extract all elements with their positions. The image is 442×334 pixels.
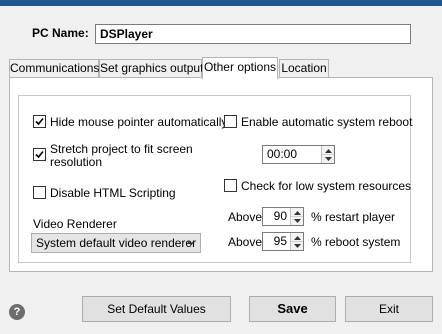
video-renderer-value: System default video renderer (36, 236, 197, 250)
restart-threshold-spinner[interactable]: 90 (262, 207, 304, 226)
spin-up-button[interactable] (291, 233, 303, 242)
spin-up-button[interactable] (322, 146, 334, 155)
auto-reboot-checkbox[interactable] (224, 115, 237, 128)
set-default-values-button[interactable]: Set Default Values (82, 296, 231, 322)
tab-communications[interactable]: Communications (9, 59, 99, 77)
chevron-down-icon (187, 240, 195, 246)
restart-prefix-label: Above (228, 210, 263, 224)
video-renderer-label: Video Renderer (33, 217, 117, 231)
tab-set-graphics-output[interactable]: Set graphics output (99, 59, 203, 77)
stretch-label-line2: resolution (50, 155, 103, 169)
reboot-threshold-value: 95 (273, 234, 287, 248)
arrow-down-icon (294, 243, 301, 248)
arrow-up-icon (294, 236, 301, 240)
tab-location[interactable]: Location (279, 59, 329, 77)
tab-other-options[interactable]: Other options (202, 57, 278, 79)
stretch-label-line1: Stretch project to fit screen (50, 142, 193, 156)
restart-suffix-label: % restart player (311, 210, 396, 224)
stretch-checkbox[interactable] (33, 148, 46, 161)
pc-name-label: PC Name: (32, 26, 89, 40)
reboot-prefix-label: Above (228, 235, 263, 249)
disable-html-label: Disable HTML Scripting (50, 186, 176, 200)
auto-reboot-label: Enable automatic system reboot (241, 115, 413, 129)
spin-up-button[interactable] (291, 208, 303, 217)
exit-button[interactable]: Exit (345, 296, 433, 322)
spin-down-button[interactable] (322, 155, 334, 164)
hide-mouse-label: Hide mouse pointer automatically (50, 115, 228, 129)
pc-name-input[interactable]: DSPlayer (95, 24, 411, 44)
video-renderer-select[interactable]: System default video renderer (31, 233, 201, 253)
low-resources-label: Check for low system resources (241, 179, 412, 193)
checkmark-icon (35, 150, 44, 159)
reboot-suffix-label: % reboot system (311, 235, 401, 249)
arrow-up-icon (294, 211, 301, 215)
save-button[interactable]: Save (249, 296, 336, 322)
window-title-bar (0, 0, 442, 6)
reboot-threshold-spinner[interactable]: 95 (262, 232, 304, 251)
restart-threshold-value: 90 (273, 209, 287, 223)
low-resources-checkbox[interactable] (224, 179, 237, 192)
disable-html-checkbox[interactable] (33, 186, 46, 199)
arrow-down-icon (325, 156, 332, 161)
reboot-time-value: 00:00 (267, 147, 298, 161)
help-icon[interactable]: ? (9, 304, 25, 320)
spin-down-button[interactable] (291, 242, 303, 251)
spin-down-button[interactable] (291, 217, 303, 226)
reboot-time-spinner[interactable]: 00:00 (262, 145, 335, 164)
hide-mouse-checkbox[interactable] (33, 115, 46, 128)
arrow-down-icon (294, 218, 301, 223)
arrow-up-icon (325, 149, 332, 153)
checkmark-icon (35, 117, 44, 126)
